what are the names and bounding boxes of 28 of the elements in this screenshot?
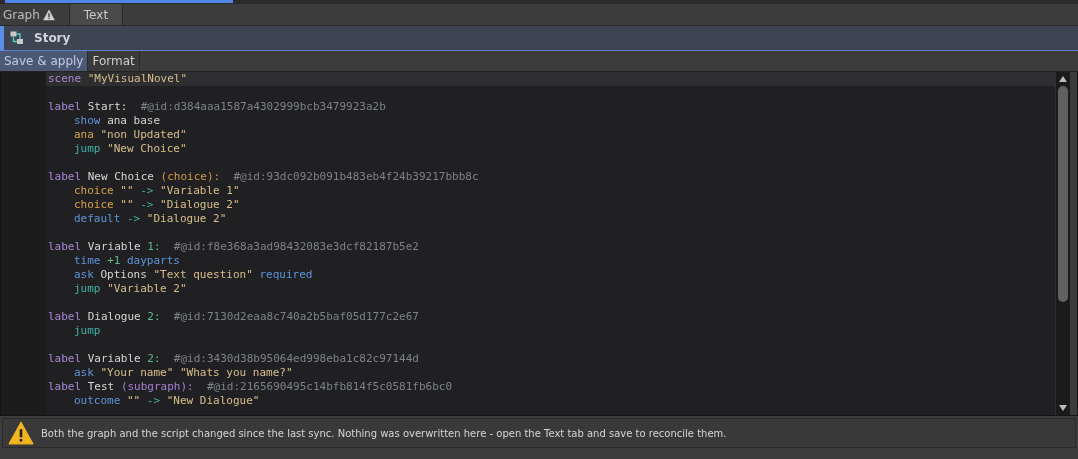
code-line: ask Options "Text question" required <box>73 268 314 282</box>
code-line: choice "" -> "Dialogue 2" <box>73 198 241 212</box>
code-line: label Variable 2: #@id:3430d38b95064ed998eba1c82c97144d <box>47 352 420 366</box>
code-line: ana "non Updated" <box>73 128 188 142</box>
toolbar-button[interactable]: Save & apply <box>0 51 89 71</box>
warning-icon <box>42 8 55 21</box>
code-line: jump "New Choice" <box>73 142 188 156</box>
code-line: outcome "" -> "New Dialogue" <box>73 394 261 408</box>
panel-title: Story <box>34 31 71 45</box>
scrollbar[interactable] <box>1055 72 1070 415</box>
code-line: jump "Variable 2" <box>73 282 188 296</box>
code-line: label Dialogue 2: #@id:7130d2eaa8c740a2b5baf05d177c2e67 <box>47 310 420 324</box>
code-line: choice "" -> "Variable 1" <box>73 184 241 198</box>
code-line: show ana base <box>73 114 162 128</box>
code-line: default -> "Dialogue 2" <box>73 212 228 226</box>
nodes-icon <box>10 31 24 45</box>
code-line: label New Choice (choice): #@id:93dc092b091b483eb4f24b39217bbb8c <box>47 170 480 184</box>
code-line: label Test (subgraph): #@id:2165690495c14bfb814f5c0581fb6bc0 <box>47 380 453 394</box>
code-line: label Variable 1: #@id:f8e368a3ad98432083e3dcf82187b5e2 <box>47 240 420 254</box>
warning-message: Both the graph and the script changed since the last sync. Nothing was overwritten here - open the Text tab and save to reconcile them. <box>41 427 727 439</box>
scroll-up-icon[interactable] <box>1059 76 1067 82</box>
code-line: label Start: #@id:d384aaa1587a4302999bcb3479923a2b <box>47 100 387 114</box>
tab[interactable]: Text <box>69 4 124 25</box>
code-line: ask "Your name" "Whats you name?" <box>73 366 294 380</box>
code-line: jump <box>73 324 102 338</box>
scroll-down-icon[interactable] <box>1059 405 1067 411</box>
code-line: time +1 dayparts <box>73 254 181 268</box>
tab[interactable]: Graph <box>0 4 70 25</box>
